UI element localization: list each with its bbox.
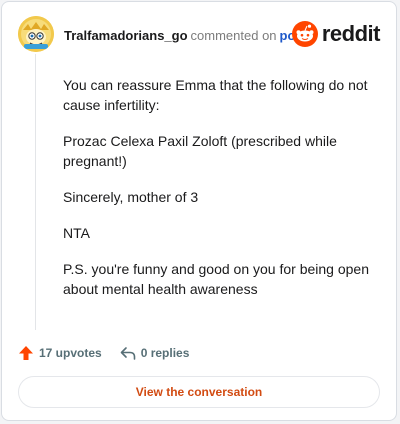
reply-count: 0 replies (140, 346, 190, 360)
reddit-logo-icon (291, 21, 318, 47)
author-name[interactable]: Tralfamadorians_go (64, 28, 188, 43)
thread-line (35, 54, 36, 330)
comment-paragraph: Prozac Celexa Paxil Zoloft (prescribed w… (63, 133, 337, 169)
comment-actions: 17 upvotes 0 replies (18, 343, 207, 363)
upvote-button[interactable]: 17 upvotes (18, 345, 102, 361)
reply-arrow-icon (120, 347, 136, 360)
view-conversation-button[interactable]: View the conversation (18, 376, 380, 408)
comment-paragraph: You can reassure Emma that the following… (63, 77, 368, 113)
avatar-image (18, 16, 54, 52)
reddit-brand[interactable]: reddit (291, 21, 381, 47)
reply-button[interactable]: 0 replies (120, 345, 190, 361)
reddit-wordmark: reddit (321, 21, 381, 46)
comment-header: Tralfamadorians_gocommented onpost reddi… (18, 14, 381, 58)
avatar[interactable] (18, 16, 54, 52)
comment-paragraph: P.S. you're funny and good on you for be… (63, 261, 369, 297)
comment-body: You can reassure Emma that the following… (63, 75, 383, 315)
upvote-arrow-icon (19, 346, 33, 360)
commented-on-text: commented on (190, 28, 277, 43)
comment-paragraph: NTA (63, 225, 90, 241)
embedded-comment-card: Tralfamadorians_gocommented onpost reddi… (1, 1, 397, 421)
upvote-count: 17 upvotes (39, 346, 102, 360)
comment-paragraph: Sincerely, mother of 3 (63, 189, 199, 205)
author-line: Tralfamadorians_gocommented onpost (64, 28, 307, 44)
